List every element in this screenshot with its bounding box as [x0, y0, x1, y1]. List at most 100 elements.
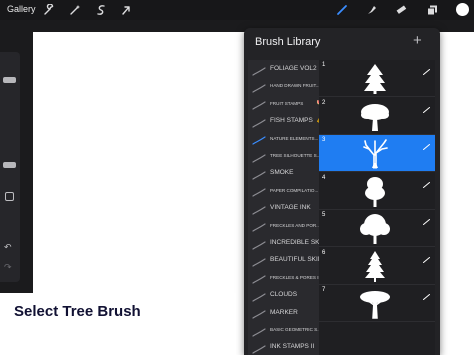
smudge-icon[interactable] — [364, 3, 378, 17]
gallery-button[interactable]: Gallery — [7, 4, 36, 14]
brush-number: 3 — [322, 137, 326, 143]
brush-item[interactable]: 2 — [319, 98, 435, 135]
brush-category-item[interactable]: FRECKLES & PORES II — [248, 269, 323, 286]
selection-s-icon[interactable] — [94, 3, 108, 17]
category-label: CLOUDS — [270, 291, 298, 299]
brush-category-item[interactable]: MARKER — [248, 304, 323, 321]
brush-item[interactable]: 1 — [319, 60, 435, 97]
brush-category-item[interactable]: INK STAMPS II — [248, 338, 323, 355]
round-tree-icon — [357, 212, 393, 245]
layers-icon[interactable] — [425, 3, 439, 17]
color-picker-button[interactable] — [456, 3, 469, 16]
brush-item[interactable]: 4 — [319, 173, 435, 210]
brush-stroke-icon — [252, 238, 266, 250]
brush-category-item[interactable]: SMOKE — [248, 164, 323, 181]
brush-stroke-icon — [252, 64, 266, 76]
brush-category-item[interactable]: NATURE ELEMENTS... — [248, 130, 323, 147]
acacia-tree-icon — [357, 287, 393, 320]
brush-category-item[interactable]: TREE SILHOUETTE S... — [248, 147, 323, 164]
redo-icon[interactable]: ↷ — [4, 262, 12, 273]
brush-number: 4 — [322, 174, 326, 181]
category-label: INCREDIBLE SKIN — [270, 239, 322, 246]
brush-stroke-icon — [252, 272, 266, 284]
bare-tree-icon — [357, 137, 393, 170]
bushy-tree-icon — [357, 175, 393, 208]
brush-category-item[interactable]: FOLIAGE VOL2 — [248, 60, 323, 77]
category-label: FOLIAGE VOL2 — [270, 65, 317, 72]
category-label: TREE SILHOUETTE S... — [270, 153, 321, 158]
brush-category-item[interactable]: VINTAGE INK — [248, 199, 323, 216]
eraser-icon[interactable] — [394, 3, 408, 17]
brush-item[interactable]: 6 — [319, 248, 435, 285]
magic-wand-icon[interactable] — [68, 3, 82, 17]
brush-stroke-icon — [252, 81, 266, 93]
brush-item[interactable]: 3 — [319, 135, 435, 172]
brush-library-panel: Brush Library + FOLIAGE VOL2 HAND DRAWN F… — [244, 28, 440, 355]
opacity-slider[interactable] — [3, 162, 16, 168]
brush-stroke-icon — [252, 133, 266, 145]
brush-category-list: FOLIAGE VOL2 HAND DRAWN FRUIT... FRUIT STA… — [248, 60, 323, 355]
brush-stroke-icon — [423, 100, 430, 113]
brush-stroke-icon — [252, 307, 266, 319]
arrow-cursor-icon[interactable] — [119, 3, 133, 17]
category-label: SMOKE — [270, 169, 294, 177]
wrench-icon[interactable] — [42, 3, 56, 17]
brush-category-item[interactable]: FRECKLES AND POR... — [248, 217, 323, 234]
add-brush-button[interactable]: + — [413, 32, 422, 49]
category-label: PAPER COMPILATIO... — [270, 187, 319, 193]
category-label: FRECKLES AND POR... — [270, 222, 321, 228]
category-label: FRECKLES & PORES II — [270, 274, 320, 280]
brush-stroke-icon — [252, 325, 266, 337]
brush-stroke-icon — [252, 116, 266, 128]
undo-icon[interactable]: ↶ — [4, 242, 12, 253]
brush-category-item[interactable]: FISH STAMPS🐠 — [248, 112, 323, 129]
brush-number: 7 — [322, 287, 326, 293]
brush-number: 6 — [322, 249, 326, 256]
brush-category-item[interactable]: FRUIT STAMPS🍉 — [248, 95, 323, 112]
brush-stroke-icon — [252, 185, 266, 197]
brush-size-slider[interactable] — [3, 77, 16, 83]
brush-stroke-icon — [423, 287, 430, 300]
brush-category-item[interactable]: HAND DRAWN FRUIT... — [248, 77, 323, 94]
brush-stroke-icon — [423, 137, 430, 150]
left-sidebar: ↶ ↷ — [0, 52, 20, 282]
broad-tree-icon — [357, 100, 393, 133]
brush-number: 1 — [322, 62, 326, 68]
caption-text: Select Tree Brush — [14, 303, 141, 320]
brush-number: 2 — [322, 99, 326, 106]
brush-stroke-icon — [252, 342, 266, 354]
brush-stroke-icon — [423, 175, 430, 188]
brush-stroke-icon — [252, 255, 266, 267]
category-label: HAND DRAWN FRUIT... — [270, 83, 320, 89]
brush-category-item[interactable]: BEAUTIFUL SKIN — [248, 251, 323, 268]
brush-item[interactable]: 7 — [319, 285, 435, 322]
brush-stroke-icon — [252, 151, 266, 163]
spruce-tree-icon — [357, 250, 393, 283]
brush-list: 1 2 3 4 5 6 7 — [319, 60, 435, 355]
category-label: MARKER — [270, 308, 298, 316]
category-label: FRUIT STAMPS — [270, 100, 304, 106]
brush-stroke-icon — [252, 98, 266, 110]
pine-tree-icon — [357, 62, 393, 95]
brush-category-item[interactable]: BASIC GEOMETRIC S... — [248, 321, 323, 338]
brush-number: 5 — [322, 212, 326, 218]
brush-stroke-icon — [423, 250, 430, 263]
brush-stroke-icon — [252, 168, 266, 180]
category-label: BASIC GEOMETRIC S... — [270, 327, 322, 332]
brush-category-item[interactable]: CLOUDS — [248, 286, 323, 303]
category-label: NATURE ELEMENTS... — [270, 135, 319, 141]
category-label: FISH STAMPS — [270, 117, 313, 125]
panel-title: Brush Library — [255, 36, 321, 48]
brush-stroke-icon — [252, 220, 266, 232]
modify-button[interactable] — [5, 192, 14, 201]
brush-item[interactable]: 5 — [319, 210, 435, 247]
caption-box: Select Tree Brush — [0, 293, 236, 355]
brush-category-item[interactable]: PAPER COMPILATIO... — [248, 182, 323, 199]
top-toolbar: Gallery — [0, 0, 474, 20]
brush-stroke-icon — [423, 212, 430, 225]
category-label: INK STAMPS II — [270, 343, 315, 351]
brush-category-item[interactable]: INCREDIBLE SKIN — [248, 234, 323, 251]
brush-icon[interactable] — [335, 3, 349, 17]
procreate-app: Gallery ↶ ↷ Brush Library + FOLIAGE VOL2… — [0, 0, 474, 355]
category-label: VINTAGE INK — [270, 204, 311, 212]
